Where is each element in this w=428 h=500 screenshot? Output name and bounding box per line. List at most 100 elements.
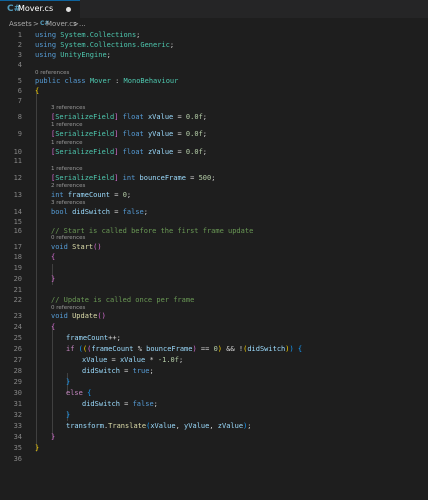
operator: = xyxy=(114,191,119,199)
brace: } xyxy=(51,275,56,283)
literal: false xyxy=(122,208,144,216)
keyword: class xyxy=(64,77,86,85)
line-number: 12 xyxy=(13,174,22,182)
line-number: 4 xyxy=(17,61,22,69)
field-name: yValue xyxy=(147,130,174,138)
code-line: 29} xyxy=(0,377,428,388)
field-name: frameCount xyxy=(67,191,111,199)
operator: = xyxy=(177,130,182,138)
punct: , xyxy=(209,422,214,430)
line-number: 26 xyxy=(13,345,22,353)
line-number: 22 xyxy=(13,296,22,304)
variable: didSwitch xyxy=(82,400,120,408)
control-keyword: else xyxy=(66,389,83,397)
code-line: 25 frameCount++; xyxy=(0,333,428,344)
type: void xyxy=(51,312,68,320)
punct: ; xyxy=(149,367,154,375)
line-number: 20 xyxy=(13,275,22,283)
code-line: 9 [SerializeField] float yValue = 0.0f; xyxy=(0,129,428,140)
operator: = xyxy=(111,356,116,364)
line-number: 25 xyxy=(13,334,22,342)
operator: = xyxy=(124,367,129,375)
editor-tab-bar: C# Mover.cs xyxy=(0,0,428,18)
field-name: zValue xyxy=(147,148,174,156)
breadcrumb-separator: > xyxy=(33,20,39,28)
code-line: 36 xyxy=(0,454,428,465)
tab-mover-cs[interactable]: C# Mover.cs xyxy=(0,0,80,18)
brace: { xyxy=(297,345,303,353)
variable: xValue xyxy=(119,356,146,364)
attribute: SerializeField xyxy=(55,148,115,156)
operator: % xyxy=(137,345,142,353)
code-line: 7 xyxy=(0,96,428,107)
variable: xValue xyxy=(150,422,176,430)
variable: didSwitch xyxy=(82,367,120,375)
keyword: using xyxy=(35,51,57,59)
variable: zValue xyxy=(217,422,244,430)
line-number: 29 xyxy=(13,378,22,386)
line-number: 18 xyxy=(13,253,22,261)
line-number: 23 xyxy=(13,312,22,320)
tab-title: Mover.cs xyxy=(18,4,54,13)
number: -1.0f xyxy=(157,356,179,364)
literal: false xyxy=(132,400,154,408)
line-number: 33 xyxy=(13,422,22,430)
variable: frameCount xyxy=(66,334,109,342)
code-editor[interactable]: 0 references 3 references 1 reference 1 … xyxy=(0,30,428,500)
field-name: xValue xyxy=(147,113,174,121)
punct: ; xyxy=(202,148,207,156)
attribute: SerializeField xyxy=(55,113,115,121)
variable: bounceFrame xyxy=(146,345,193,353)
code-line: 24 { xyxy=(0,322,428,333)
type: int xyxy=(122,174,136,182)
code-line: 31 didSwitch = false; xyxy=(0,399,428,410)
brace: { xyxy=(51,253,56,261)
method-name: Start xyxy=(72,243,94,251)
paren: ) xyxy=(192,345,197,353)
bracket: ] xyxy=(114,174,119,182)
punct: ; xyxy=(136,31,141,39)
number: 500 xyxy=(198,174,212,182)
line-number: 24 xyxy=(13,323,22,331)
breadcrumb-more[interactable]: ... xyxy=(79,18,86,30)
comment: // Start is called before the first fram… xyxy=(51,227,254,235)
brace: } xyxy=(51,433,56,441)
code-line: 33 transform.Translate(xValue, yValue, zV… xyxy=(0,421,428,432)
number: 0.0f xyxy=(185,148,203,156)
code-line: 11 xyxy=(0,156,428,167)
punct: ; xyxy=(106,51,111,59)
code-line: 35} xyxy=(0,443,428,454)
line-number: 34 xyxy=(13,433,22,441)
attribute: SerializeField xyxy=(55,130,115,138)
control-keyword: if xyxy=(66,345,75,353)
brace: } xyxy=(35,444,40,452)
breadcrumb-assets[interactable]: Assets xyxy=(9,18,32,30)
literal: true xyxy=(132,367,150,375)
base-class: MonoBehaviour xyxy=(123,77,179,85)
operator: ++; xyxy=(108,334,121,342)
unsaved-dot-icon[interactable] xyxy=(66,7,71,12)
brace: { xyxy=(51,323,56,331)
attribute: SerializeField xyxy=(55,174,115,182)
paren: () xyxy=(93,243,102,251)
punct: ; xyxy=(247,422,252,430)
number: 0.0f xyxy=(185,113,203,121)
line-number: 32 xyxy=(13,411,22,419)
punct: : xyxy=(115,77,120,85)
code-line: 19 xyxy=(0,263,428,274)
type: int xyxy=(51,191,64,199)
code-line: 8 [SerializeField] float xValue = 0.0f; xyxy=(0,112,428,123)
code-line: 28 didSwitch = true; xyxy=(0,366,428,377)
keyword: using xyxy=(35,31,57,39)
line-number: 28 xyxy=(13,367,22,375)
code-line: 27 xValue = xValue * -1.0f; xyxy=(0,355,428,366)
line-number: 36 xyxy=(13,455,22,463)
variable: yValue xyxy=(184,422,210,430)
class-name: Mover xyxy=(89,77,111,85)
method-name: Translate xyxy=(108,422,147,430)
punct: ; xyxy=(202,130,207,138)
operator: = xyxy=(124,400,129,408)
line-number: 7 xyxy=(17,97,22,105)
line-number: 27 xyxy=(13,356,22,364)
bracket: ] xyxy=(114,130,119,138)
